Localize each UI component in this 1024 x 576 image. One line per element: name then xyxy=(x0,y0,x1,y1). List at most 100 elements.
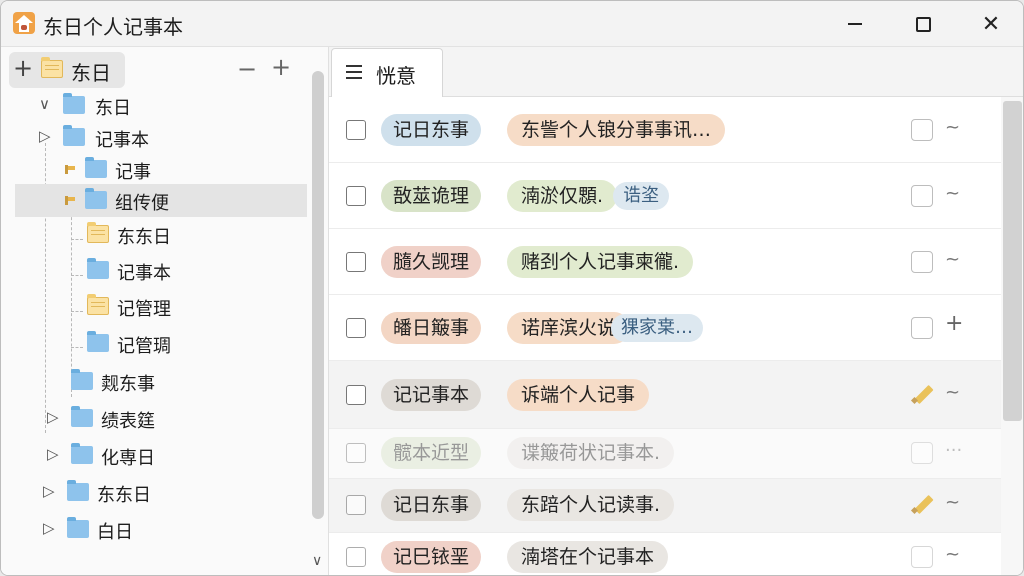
note-summary: 赌刭个人记事柬徿. xyxy=(507,246,694,278)
expand-icon[interactable]: ~ xyxy=(945,382,960,403)
list-item[interactable]: 记日东事 东訾个人锒分事事讯… ~ xyxy=(329,97,1001,163)
add-icon[interactable]: + xyxy=(945,311,963,336)
category-tag[interactable]: 记记事本 xyxy=(381,379,482,411)
note-extra: 猓家枽… xyxy=(611,314,703,342)
chevron-right-icon[interactable]: ▷ xyxy=(43,519,55,537)
note-icon[interactable] xyxy=(911,317,933,339)
folder-icon xyxy=(87,222,109,243)
sidebar: + 东日 − + ∨ 东日 ▷ 记事本 记事 组传便 东东日 记事本 记管理 记… xyxy=(1,47,329,575)
folder-icon xyxy=(71,443,93,464)
tree-item[interactable]: ▷ 记事本 xyxy=(1,121,307,154)
note-summary: 湳淤仅顋. xyxy=(507,180,618,212)
row-checkbox[interactable] xyxy=(346,443,366,463)
row-checkbox[interactable] xyxy=(346,318,366,338)
maximize-button[interactable] xyxy=(889,1,957,47)
row-checkbox[interactable] xyxy=(346,186,366,206)
note-icon[interactable] xyxy=(911,251,933,273)
chevron-right-icon[interactable]: ▷ xyxy=(39,127,51,145)
category-tag[interactable]: 记巳铱垩 xyxy=(381,541,482,573)
tree-item[interactable]: 记管琱 xyxy=(1,327,307,360)
tree-item[interactable]: 觌东事 xyxy=(1,365,307,398)
row-checkbox[interactable] xyxy=(346,495,366,515)
category-tag[interactable]: 膸久觊理 xyxy=(381,246,482,278)
note-list: 记日东事 东訾个人锒分事事讯… ~ 敔莁诡理 湳淤仅顋. 诰垐 ~ 膸久觊理 赌… xyxy=(329,97,1001,575)
tree-item[interactable]: 记事 xyxy=(1,153,307,186)
tree-item-selected[interactable]: 组传便 xyxy=(15,184,307,217)
list-item[interactable]: 敔莁诡理 湳淤仅顋. 诰垐 ~ xyxy=(329,163,1001,229)
scroll-down-icon[interactable]: ∨ xyxy=(312,553,322,569)
folder-icon xyxy=(71,369,93,390)
flag-icon xyxy=(65,196,75,205)
expand-icon[interactable]: ~ xyxy=(945,492,960,513)
tree-item-label: 东东日 xyxy=(117,227,171,248)
note-icon[interactable] xyxy=(911,546,933,568)
list-item[interactable]: 记日东事 东踣个人记读事. ~ xyxy=(329,479,1001,533)
menu-icon xyxy=(346,65,362,79)
tree-item-label: 白日 xyxy=(97,522,133,543)
folder-icon xyxy=(67,517,89,538)
tab-bar: 恍意 xyxy=(329,47,1023,98)
tree-item-label: 东东日 xyxy=(97,485,151,506)
sidebar-scrollbar[interactable]: ∨ xyxy=(308,65,328,575)
row-checkbox[interactable] xyxy=(346,385,366,405)
tree-root-header[interactable]: + 东日 xyxy=(9,52,125,88)
expand-icon[interactable]: ~ xyxy=(945,544,960,565)
tree-item[interactable]: ▷ 东东日 xyxy=(1,476,307,509)
folder-icon xyxy=(63,125,85,146)
tree-item-label: 记管理 xyxy=(117,299,171,320)
close-icon: ✕ xyxy=(981,11,1001,37)
app-window: 东日个人记事本 ✕ + 东日 − + ∨ 东日 ▷ 记事本 记事 组传便 东东日… xyxy=(0,0,1024,576)
category-tag[interactable]: 敔莁诡理 xyxy=(381,180,482,212)
list-item[interactable]: 记记事本 诉端个人记事 ~ xyxy=(329,361,1001,429)
chevron-right-icon[interactable]: ▷ xyxy=(43,482,55,500)
note-summary: 诉端个人记事 xyxy=(507,379,650,411)
collapse-button[interactable]: − xyxy=(237,55,257,83)
tree-item[interactable]: ▷ 化専日 xyxy=(1,439,307,472)
tree-item[interactable]: ▷ 绩表筳 xyxy=(1,402,307,435)
tree-item-label: 觌东事 xyxy=(101,374,155,395)
note-icon[interactable] xyxy=(911,119,933,141)
expand-all-icon[interactable]: + xyxy=(13,54,33,82)
category-tag[interactable]: 皤日簸事 xyxy=(381,312,482,344)
main-scrollbar[interactable] xyxy=(1001,97,1023,575)
more-icon[interactable]: ··· xyxy=(945,440,962,461)
close-button[interactable]: ✕ xyxy=(957,1,1023,47)
pencil-icon[interactable] xyxy=(911,383,933,405)
tree-item-label: 东日 xyxy=(95,98,131,119)
main-scroll-thumb[interactable] xyxy=(1003,101,1022,421)
row-checkbox[interactable] xyxy=(346,547,366,567)
tree-item[interactable]: ∨ 东日 xyxy=(1,89,307,122)
folder-icon xyxy=(67,480,89,501)
tab-label: 恍意 xyxy=(376,64,416,88)
chevron-right-icon[interactable]: ▷ xyxy=(47,445,59,463)
list-item[interactable]: 记巳铱垩 湳塔在个记事本 ~ xyxy=(329,533,1001,575)
tree-item[interactable]: 记事本 xyxy=(1,254,307,287)
tree-item[interactable]: 东东日 xyxy=(1,218,307,251)
note-icon[interactable] xyxy=(911,442,933,464)
tree-item-label: 化専日 xyxy=(101,448,155,469)
expand-icon[interactable]: ~ xyxy=(945,117,960,138)
row-checkbox[interactable] xyxy=(346,120,366,140)
add-folder-button[interactable]: + xyxy=(271,53,291,81)
pencil-icon[interactable] xyxy=(911,493,933,515)
category-tag[interactable]: 记日东事 xyxy=(381,489,482,521)
list-item[interactable]: 膸久觊理 赌刭个人记事柬徿. ~ xyxy=(329,229,1001,295)
tree-item-label: 记事 xyxy=(115,162,151,183)
minimize-button[interactable] xyxy=(821,1,889,47)
category-tag[interactable]: 记日东事 xyxy=(381,114,482,146)
category-tag[interactable]: 髋本近型 xyxy=(381,437,482,469)
chevron-down-icon[interactable]: ∨ xyxy=(39,95,50,113)
chevron-right-icon[interactable]: ▷ xyxy=(47,408,59,426)
tab-notes[interactable]: 恍意 xyxy=(331,48,443,98)
expand-icon[interactable]: ~ xyxy=(945,183,960,204)
expand-icon[interactable]: ~ xyxy=(945,249,960,270)
list-item[interactable]: 髋本近型 谍簸荷状记事本. ··· xyxy=(329,429,1001,479)
note-icon[interactable] xyxy=(911,185,933,207)
sidebar-scroll-thumb[interactable] xyxy=(312,71,324,519)
row-checkbox[interactable] xyxy=(346,252,366,272)
tree-item[interactable]: 记管理 xyxy=(1,290,307,323)
flag-icon xyxy=(65,165,75,174)
folder-icon xyxy=(87,331,109,352)
tree-item[interactable]: ▷ 白日 xyxy=(1,513,307,546)
list-item[interactable]: 皤日簸事 诺庠滨火说 猓家枽… + xyxy=(329,295,1001,361)
